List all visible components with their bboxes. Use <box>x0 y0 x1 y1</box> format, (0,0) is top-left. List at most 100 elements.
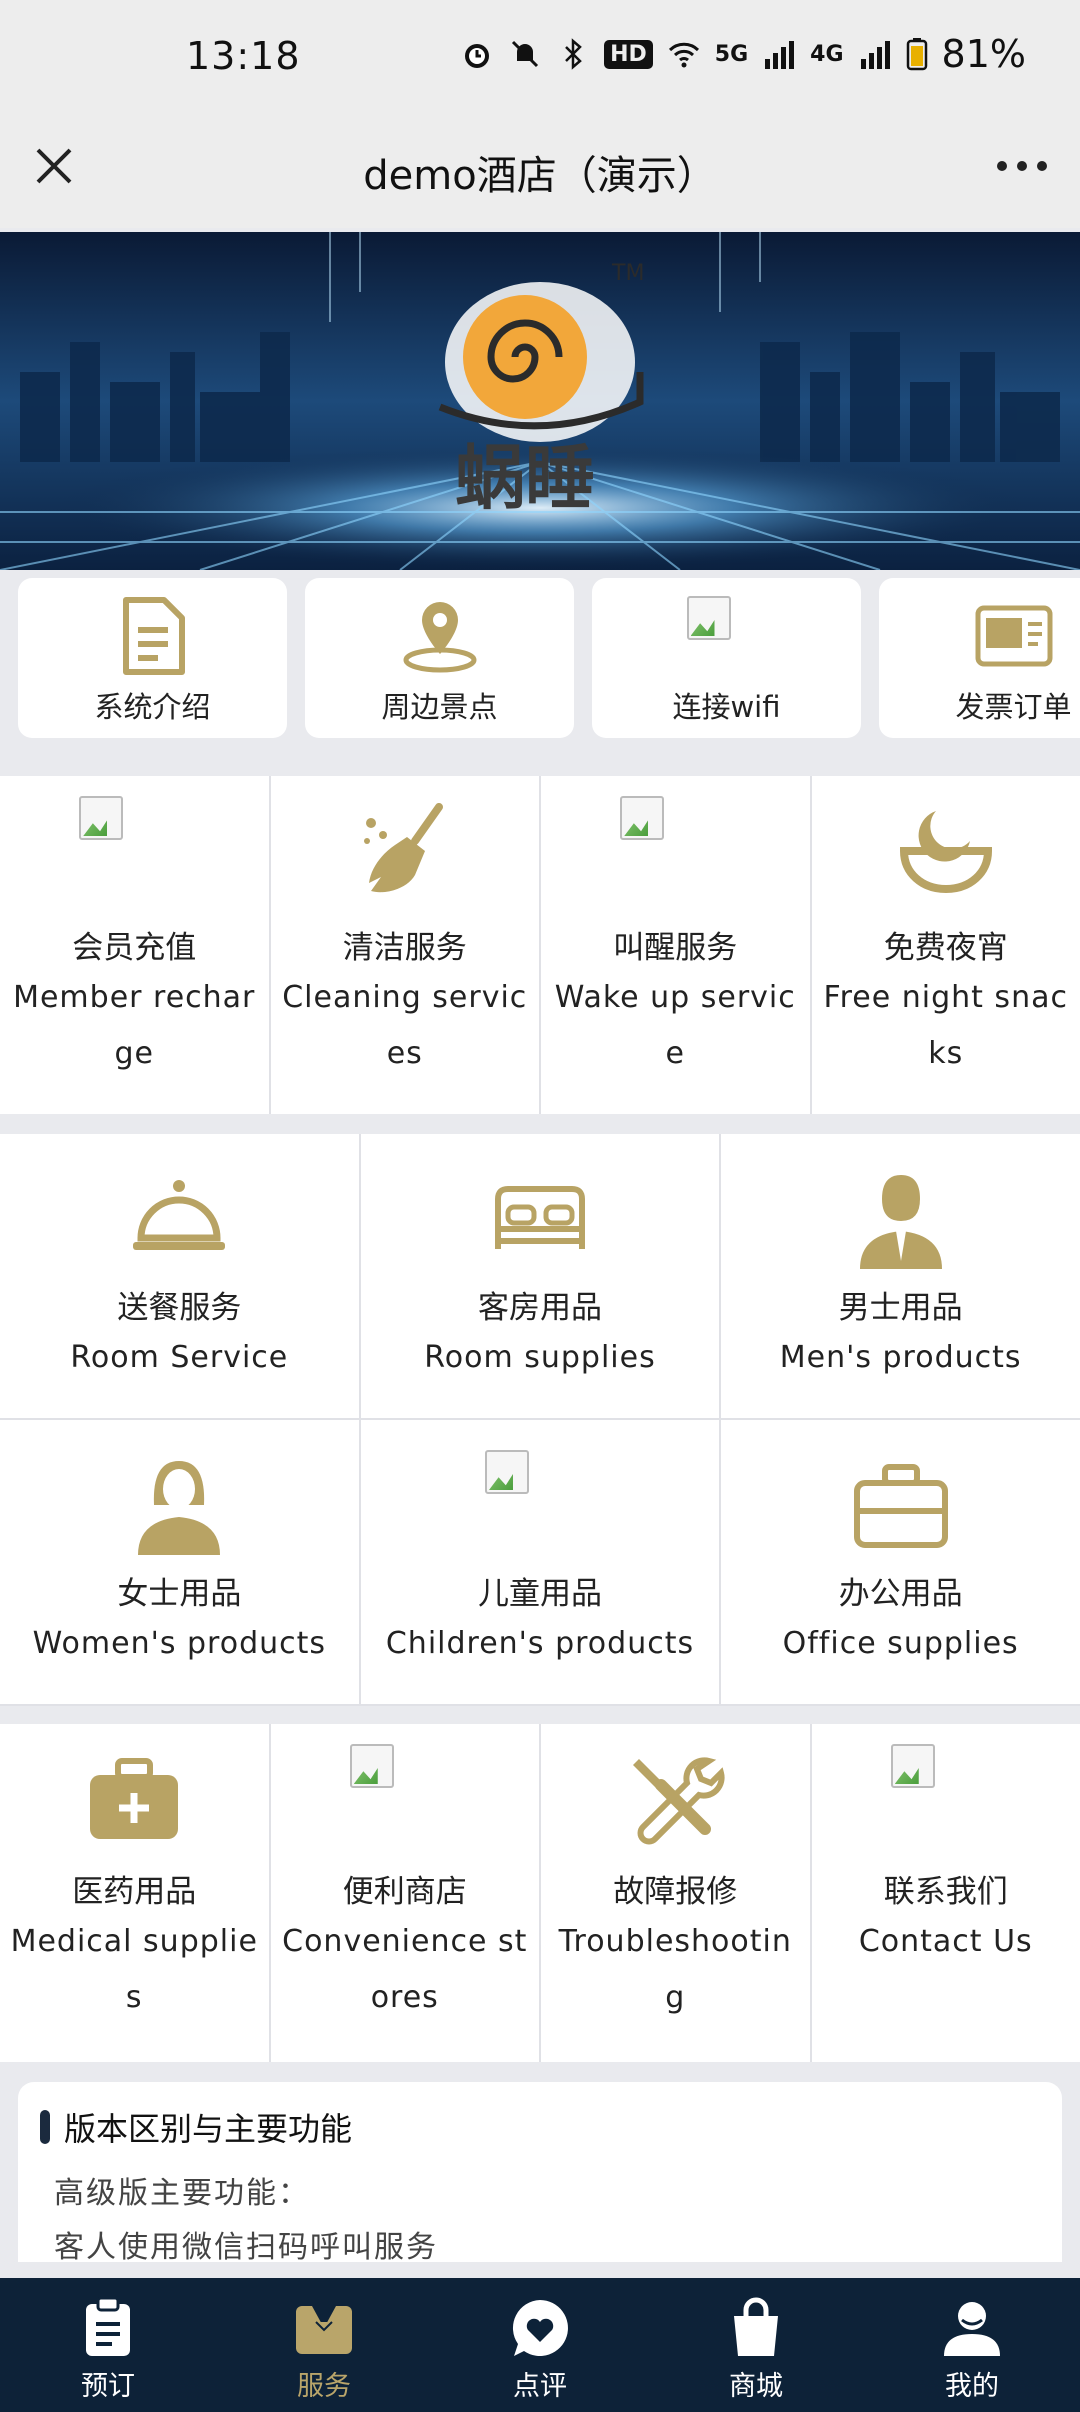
service-section-1: 会员充值 Member recharge 清洁服务 Cleaning servi… <box>0 776 1080 1114</box>
tab-label: 服务 <box>297 2371 351 2402</box>
service-label-zh: 女士用品 <box>117 1576 242 1612</box>
service-troubleshooting[interactable]: 故障报修 Troubleshooting <box>541 1724 810 2062</box>
broken-image-icon <box>620 796 665 840</box>
more-options-icon[interactable] <box>992 146 1052 186</box>
service-womens-products[interactable]: 女士用品 Women's products <box>0 1420 359 1704</box>
tab-review[interactable]: 点评 <box>432 2278 648 2412</box>
service-office-supplies[interactable]: 办公用品 Office supplies <box>721 1420 1080 1704</box>
service-label-en: Convenience stores <box>282 1924 528 2015</box>
service-label-en: Member recharge <box>13 980 256 1071</box>
quick-actions-row: 系统介绍 周边景点 连接wifi 发票订单 <box>0 578 1080 758</box>
moon-bowl-icon <box>899 811 992 894</box>
service-cleaning[interactable]: 清洁服务 Cleaning services <box>270 776 539 1114</box>
document-icon <box>122 597 185 675</box>
woman-icon <box>138 1461 221 1555</box>
service-label-zh: 联系我们 <box>883 1874 1008 1910</box>
service-label-zh: 清洁服务 <box>342 930 467 966</box>
shopping-bag-icon <box>734 2297 778 2356</box>
service-label-en: Free night snacks <box>823 980 1068 1071</box>
tab-booking[interactable]: 预订 <box>0 2278 216 2412</box>
cloche-icon <box>133 1180 226 1250</box>
network-4g: 4G <box>810 41 844 67</box>
service-label-en: Women's products <box>32 1626 327 1661</box>
alarm-icon <box>465 44 490 68</box>
info-heading: 版本区别与主要功能 <box>40 2104 352 2150</box>
service-label-en: Office supplies <box>782 1626 1019 1661</box>
user-icon <box>944 2302 1000 2356</box>
service-section-3: 医药用品 Medical supplies 便利商店 Convenience s… <box>0 1724 1080 2062</box>
svg-text:TM: TM <box>611 261 644 286</box>
service-label-en: Troubleshooting <box>558 1924 792 2015</box>
tab-service[interactable]: 服务 <box>216 2278 432 2412</box>
status-bar: 13:18 HD 5G 4G 81% <box>0 0 1080 116</box>
service-contact-us[interactable]: 联系我们 Contact Us <box>811 1724 1080 2062</box>
service-member-recharge[interactable]: 会员充值 Member recharge <box>0 776 269 1114</box>
tab-mine[interactable]: 我的 <box>864 2278 1080 2412</box>
quick-item-invoice-orders[interactable]: 发票订单 <box>879 578 1080 738</box>
invoice-icon <box>975 605 1052 667</box>
service-label-zh: 故障报修 <box>613 1874 738 1910</box>
status-time: 13:18 <box>186 34 301 78</box>
tab-mall[interactable]: 商城 <box>648 2278 864 2412</box>
tab-label: 点评 <box>513 2371 567 2402</box>
tools-icon <box>633 1757 725 1845</box>
butler-icon <box>296 2306 352 2354</box>
service-label-zh: 便利商店 <box>342 1874 467 1910</box>
broken-image-icon <box>686 596 731 640</box>
location-pin-icon <box>403 602 476 673</box>
clipboard-icon <box>86 2296 130 2356</box>
info-line-1: 高级版主要功能： <box>54 2176 310 2211</box>
info-heading-text: 版本区别与主要功能 <box>64 2110 353 2148</box>
hero-banner[interactable]: TM 蜗睡 <box>0 232 1080 570</box>
quick-item-system-intro[interactable]: 系统介绍 <box>18 578 287 738</box>
battery-percent: 81% <box>941 32 1026 76</box>
service-label-zh: 叫醒服务 <box>613 930 738 966</box>
service-label-zh: 儿童用品 <box>477 1576 602 1612</box>
service-label-en: Room supplies <box>424 1340 656 1375</box>
tab-label: 我的 <box>945 2371 999 2402</box>
bottom-tab-bar: 预订 服务 点评 商城 我的 <box>0 2278 1080 2412</box>
service-medical-supplies[interactable]: 医药用品 Medical supplies <box>0 1724 269 2062</box>
medical-kit-icon <box>90 1758 179 1839</box>
service-label-en: Wake up service <box>554 980 796 1071</box>
info-line-2: 客人使用微信扫码呼叫服务 <box>54 2230 438 2262</box>
bed-icon <box>494 1186 585 1249</box>
tab-label: 商城 <box>729 2371 783 2402</box>
service-label-en: Men's products <box>779 1340 1022 1375</box>
wifi-icon <box>668 42 699 68</box>
page-title: demo酒店（演示） <box>363 153 717 199</box>
service-mens-products[interactable]: 男士用品 Men's products <box>721 1134 1080 1418</box>
heading-accent-bar <box>40 2110 50 2144</box>
service-label-zh: 医药用品 <box>72 1874 197 1910</box>
service-free-night-snacks[interactable]: 免费夜宵 Free night snacks <box>811 776 1080 1114</box>
hd-badge: HD <box>604 39 653 69</box>
quick-item-label: 周边景点 <box>381 690 498 724</box>
service-label-zh: 办公用品 <box>838 1576 963 1612</box>
quick-item-label: 发票订单 <box>955 690 1072 724</box>
service-convenience-stores[interactable]: 便利商店 Convenience stores <box>270 1724 539 2062</box>
quick-item-label: 系统介绍 <box>94 690 211 724</box>
broken-image-icon <box>890 1744 935 1788</box>
network-5g: 5G <box>714 41 749 67</box>
bluetooth-icon <box>565 38 582 70</box>
tab-label: 预订 <box>81 2371 135 2402</box>
signal-icon-2 <box>860 41 890 69</box>
broken-image-icon <box>484 1450 529 1494</box>
service-label-en: Cleaning services <box>282 980 528 1071</box>
close-icon[interactable] <box>30 142 78 190</box>
service-label-zh: 客房用品 <box>477 1290 602 1326</box>
service-room-supplies[interactable]: 客房用品 Room supplies <box>360 1134 720 1418</box>
quick-item-nearby-attractions[interactable]: 周边景点 <box>305 578 574 738</box>
service-label-en: Medical supplies <box>10 1924 258 2015</box>
man-icon <box>859 1175 942 1269</box>
service-childrens-products[interactable]: 儿童用品 Children's products <box>360 1420 720 1704</box>
service-label-en: Room Service <box>70 1340 289 1375</box>
service-label-zh: 送餐服务 <box>117 1290 242 1326</box>
battery-icon <box>906 38 927 71</box>
quick-item-connect-wifi[interactable]: 连接wifi <box>592 578 861 738</box>
status-icons: HD 5G 4G 81% <box>460 32 1026 76</box>
service-section-2: 送餐服务 Room Service 客房用品 Room supplies 男士用… <box>0 1134 1080 1706</box>
service-label-zh: 男士用品 <box>838 1290 963 1326</box>
service-room-service[interactable]: 送餐服务 Room Service <box>0 1134 359 1418</box>
service-wake-up[interactable]: 叫醒服务 Wake up service <box>541 776 810 1114</box>
